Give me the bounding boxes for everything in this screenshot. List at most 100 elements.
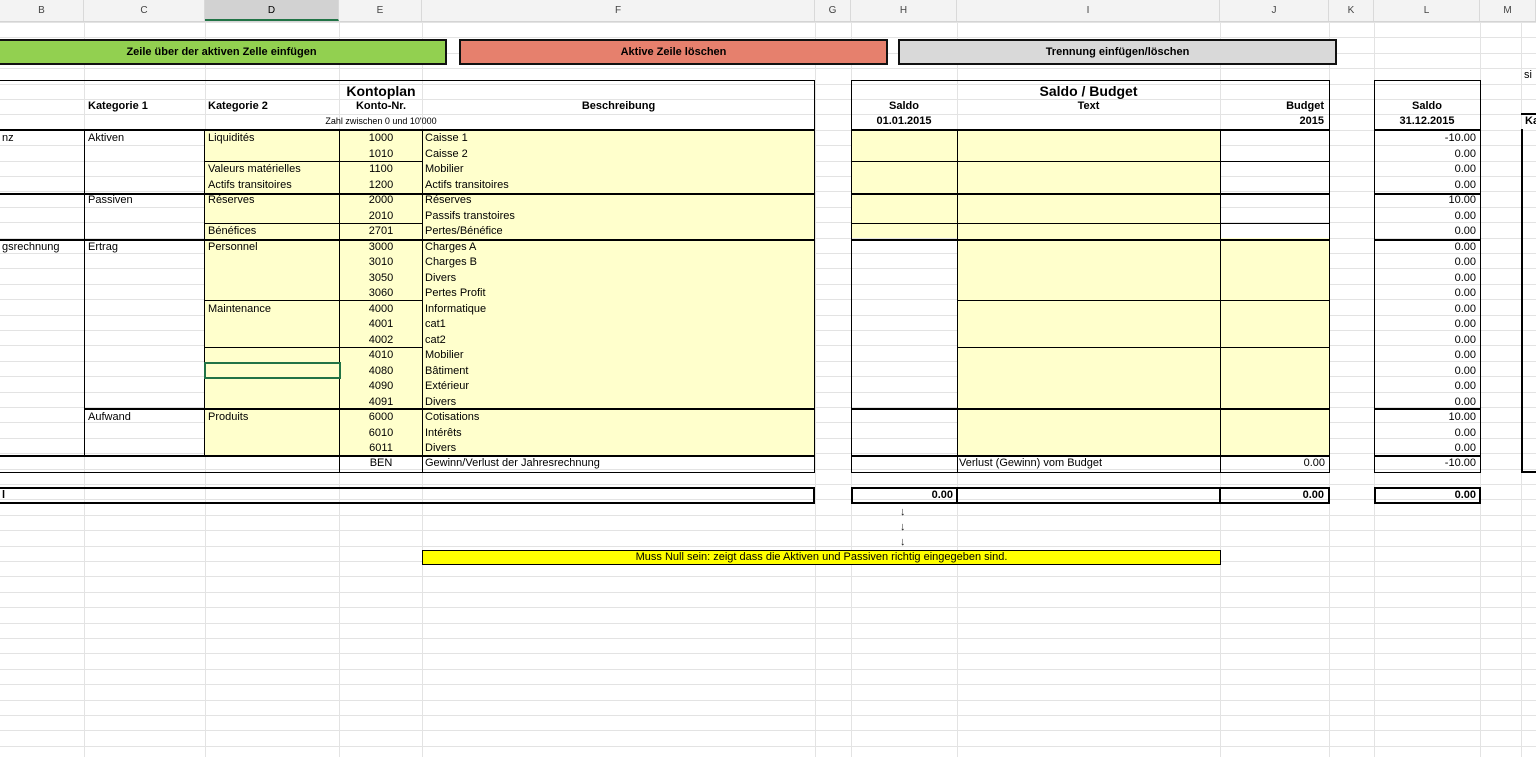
cell-c-row-15[interactable] — [86, 348, 205, 363]
cell-f-row-2[interactable]: Caisse 2 — [423, 147, 815, 162]
cell-d-row-14[interactable] — [206, 333, 339, 348]
cell-e-row-13[interactable]: 4001 — [339, 317, 423, 332]
cell-d-row-5[interactable]: Réserves — [206, 193, 339, 208]
column-header-h[interactable]: H — [851, 0, 957, 21]
active-cell-d[interactable] — [204, 362, 341, 379]
cell-e-row-15[interactable]: 4010 — [339, 348, 423, 363]
cell-f-row-9[interactable]: Charges B — [423, 255, 815, 270]
cell-d-row-13[interactable] — [206, 317, 339, 332]
cell-b-row-5[interactable] — [0, 193, 84, 208]
cell-f-row-16[interactable]: Bâtiment — [423, 364, 815, 379]
column-header-b[interactable]: B — [0, 0, 84, 21]
cell-f-row-4[interactable]: Actifs transitoires — [423, 178, 815, 193]
cell-c-row-16[interactable] — [86, 364, 205, 379]
cell-f-row-21[interactable]: Divers — [423, 441, 815, 456]
cell-d-row-2[interactable] — [206, 147, 339, 162]
cell-b-row-21[interactable] — [0, 441, 84, 456]
cell-f-row-15[interactable]: Mobilier — [423, 348, 815, 363]
column-header-m[interactable]: M — [1480, 0, 1536, 21]
cell-l-row-11[interactable]: 0.00 — [1374, 286, 1478, 301]
cell-e-row-7[interactable]: 2701 — [339, 224, 423, 239]
column-header-d[interactable]: D — [205, 0, 339, 21]
cell-c-row-2[interactable] — [86, 147, 205, 162]
delete-row-button[interactable]: Aktive Zeile löschen — [459, 39, 888, 65]
cell-b-row-7[interactable] — [0, 224, 84, 239]
cell-l-row-16[interactable]: 0.00 — [1374, 364, 1478, 379]
cell-d-row-10[interactable] — [206, 271, 339, 286]
cell-l-row-7[interactable]: 0.00 — [1374, 224, 1478, 239]
ben-description[interactable]: Gewinn/Verlust der Jahresrechnung — [423, 456, 815, 471]
ben-budget-value[interactable]: 0.00 — [1220, 456, 1327, 471]
cell-b-row-3[interactable] — [0, 162, 84, 177]
cell-c-row-9[interactable] — [86, 255, 205, 270]
cell-l-row-4[interactable]: 0.00 — [1374, 178, 1478, 193]
cell-e-row-18[interactable]: 4091 — [339, 395, 423, 410]
cell-c-row-11[interactable] — [86, 286, 205, 301]
cell-c-row-8[interactable]: Ertrag — [86, 240, 205, 255]
cell-l-row-6[interactable]: 0.00 — [1374, 209, 1478, 224]
cell-c-row-6[interactable] — [86, 209, 205, 224]
cell-c-row-12[interactable] — [86, 302, 205, 317]
cell-l-row-20[interactable]: 0.00 — [1374, 426, 1478, 441]
cell-d-row-6[interactable] — [206, 209, 339, 224]
cell-f-row-6[interactable]: Passifs transtoires — [423, 209, 815, 224]
ben-saldo-end[interactable]: -10.00 — [1374, 456, 1478, 471]
cell-b-row-20[interactable] — [0, 426, 84, 441]
cell-f-row-3[interactable]: Mobilier — [423, 162, 815, 177]
cell-e-row-2[interactable]: 1010 — [339, 147, 423, 162]
cell-b-row-11[interactable] — [0, 286, 84, 301]
cell-e-row-12[interactable]: 4000 — [339, 302, 423, 317]
cell-b-row-1[interactable]: nz — [0, 131, 84, 146]
cell-d-row-3[interactable]: Valeurs matérielles — [206, 162, 339, 177]
cell-l-row-2[interactable]: 0.00 — [1374, 147, 1478, 162]
cell-d-row-11[interactable] — [206, 286, 339, 301]
cell-b-row-18[interactable] — [0, 395, 84, 410]
cell-d-row-20[interactable] — [206, 426, 339, 441]
cell-f-row-14[interactable]: cat2 — [423, 333, 815, 348]
cell-l-row-9[interactable]: 0.00 — [1374, 255, 1478, 270]
cell-d-row-12[interactable]: Maintenance — [206, 302, 339, 317]
cell-e-row-3[interactable]: 1100 — [339, 162, 423, 177]
cell-c-row-7[interactable] — [86, 224, 205, 239]
cell-e-row-9[interactable]: 3010 — [339, 255, 423, 270]
ben-konto[interactable]: BEN — [339, 456, 423, 471]
cell-e-row-8[interactable]: 3000 — [339, 240, 423, 255]
cell-c-row-4[interactable] — [86, 178, 205, 193]
cell-c-row-10[interactable] — [86, 271, 205, 286]
cell-d-row-1[interactable]: Liquidités — [206, 131, 339, 146]
cell-l-row-17[interactable]: 0.00 — [1374, 379, 1478, 394]
cell-b-row-9[interactable] — [0, 255, 84, 270]
cell-b-row-15[interactable] — [0, 348, 84, 363]
column-header-g[interactable]: G — [815, 0, 851, 21]
cell-d-row-8[interactable]: Personnel — [206, 240, 339, 255]
cell-d-row-7[interactable]: Bénéfices — [206, 224, 339, 239]
cell-e-row-14[interactable]: 4002 — [339, 333, 423, 348]
sheet-grid[interactable]: Zeile über der aktiven Zelle einfügen Ak… — [0, 22, 1536, 757]
cell-d-row-17[interactable] — [206, 379, 339, 394]
cell-f-row-12[interactable]: Informatique — [423, 302, 815, 317]
cell-f-row-5[interactable]: Réserves — [423, 193, 815, 208]
cell-l-row-18[interactable]: 0.00 — [1374, 395, 1478, 410]
cell-d-row-19[interactable]: Produits — [206, 410, 339, 425]
cell-f-row-7[interactable]: Pertes/Bénéfice — [423, 224, 815, 239]
cell-c-row-18[interactable] — [86, 395, 205, 410]
cell-f-row-17[interactable]: Extérieur — [423, 379, 815, 394]
cell-b-row-12[interactable] — [0, 302, 84, 317]
cell-e-row-1[interactable]: 1000 — [339, 131, 423, 146]
cell-f-row-8[interactable]: Charges A — [423, 240, 815, 255]
cell-c-row-14[interactable] — [86, 333, 205, 348]
ben-budget-text[interactable]: Verlust (Gewinn) vom Budget — [957, 456, 1220, 471]
column-header-j[interactable]: J — [1220, 0, 1329, 21]
cell-e-row-16[interactable]: 4080 — [339, 364, 423, 379]
cell-b-row-10[interactable] — [0, 271, 84, 286]
column-header-i[interactable]: I — [957, 0, 1220, 21]
cell-f-row-11[interactable]: Pertes Profit — [423, 286, 815, 301]
cell-l-row-10[interactable]: 0.00 — [1374, 271, 1478, 286]
cell-f-row-13[interactable]: cat1 — [423, 317, 815, 332]
cell-f-row-18[interactable]: Divers — [423, 395, 815, 410]
cell-b-row-2[interactable] — [0, 147, 84, 162]
insert-row-button[interactable]: Zeile über der aktiven Zelle einfügen — [0, 39, 447, 65]
cell-e-row-21[interactable]: 6011 — [339, 441, 423, 456]
cell-e-row-17[interactable]: 4090 — [339, 379, 423, 394]
cell-b-row-16[interactable] — [0, 364, 84, 379]
